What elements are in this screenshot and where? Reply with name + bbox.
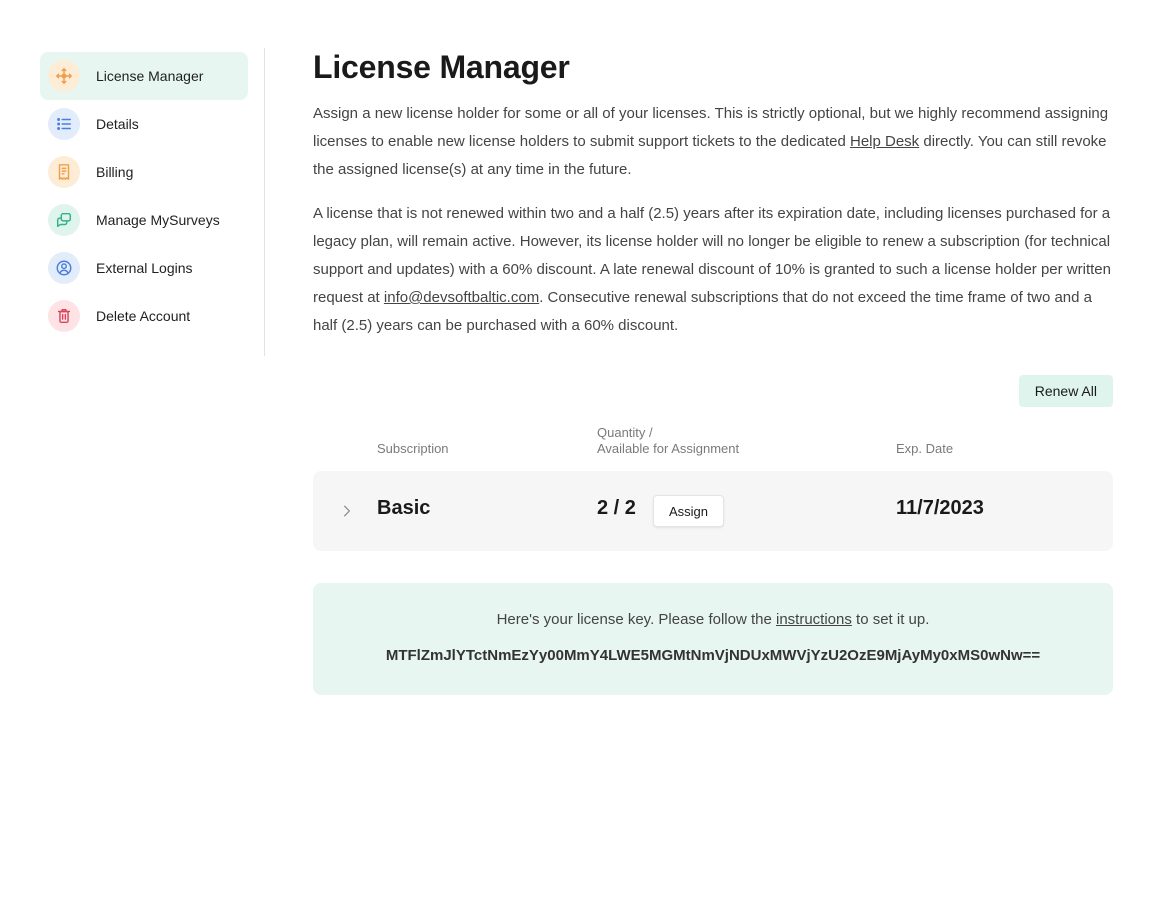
- chevron-right-icon[interactable]: [337, 501, 357, 521]
- license-key-value[interactable]: MTFlZmJlYTctNmEzYy00MmY4LWE5MGMtNmVjNDUx…: [313, 645, 1113, 667]
- renew-all-button[interactable]: Renew All: [1018, 375, 1113, 407]
- column-header-exp-date: Exp. Date: [896, 441, 954, 456]
- subscriptions-table-header: Subscription Quantity / Available for As…: [313, 419, 1113, 463]
- sidebar-nav: License Manager Details Billing Manage M…: [40, 52, 248, 340]
- license-key-box: Here's your license key. Please follow t…: [313, 583, 1113, 695]
- column-header-quantity-line2: Available for Assignment: [597, 441, 740, 456]
- sidebar-item-license-manager[interactable]: License Manager: [40, 52, 248, 100]
- chat-icon: [48, 204, 80, 236]
- list-icon: [48, 108, 80, 140]
- sidebar-item-label: Billing: [96, 164, 134, 180]
- instructions-link[interactable]: instructions: [776, 611, 852, 628]
- column-header-quantity-line1: Quantity /: [597, 425, 653, 440]
- sidebar-item-manage-mysurveys[interactable]: Manage MySurveys: [40, 196, 248, 244]
- quantity-available: 2 / 2: [597, 497, 636, 519]
- subscription-name: Basic: [377, 497, 431, 519]
- sidebar-item-label: External Logins: [96, 260, 193, 276]
- sidebar-item-external-logins[interactable]: External Logins: [40, 244, 248, 292]
- column-header-subscription: Subscription: [377, 441, 449, 456]
- license-key-instructions: Here's your license key. Please follow t…: [313, 609, 1113, 631]
- page-title: License Manager: [313, 49, 570, 85]
- user-circle-icon: [48, 252, 80, 284]
- license-key-text-end: to set it up.: [851, 611, 930, 628]
- column-header-quantity: Quantity / Available for Assignment: [597, 425, 739, 457]
- license-key-text: Here's your license key. Please follow t…: [496, 611, 776, 628]
- sidebar-item-label: Delete Account: [96, 308, 191, 324]
- key-cursor-icon: [48, 60, 80, 92]
- receipt-icon: [48, 156, 80, 188]
- sidebar-item-label: Manage MySurveys: [96, 212, 220, 228]
- main-content: License Manager Assign a new license hol…: [313, 48, 1113, 695]
- sidebar-divider: [264, 48, 265, 356]
- trash-icon: [48, 300, 80, 332]
- sidebar-item-delete-account[interactable]: Delete Account: [40, 292, 248, 340]
- sidebar-item-label: Details: [96, 116, 139, 132]
- sidebar-item-billing[interactable]: Billing: [40, 148, 248, 196]
- renew-row: Renew All: [313, 375, 1113, 407]
- sidebar-item-label: License Manager: [96, 68, 204, 84]
- intro-paragraph: Assign a new license holder for some or …: [313, 100, 1113, 184]
- sidebar-item-details[interactable]: Details: [40, 100, 248, 148]
- table-row: Basic 2 / 2 Assign 11/7/2023: [313, 471, 1113, 551]
- help-desk-link[interactable]: Help Desk: [850, 133, 919, 150]
- renewal-policy-paragraph: A license that is not renewed within two…: [313, 200, 1113, 340]
- assign-button[interactable]: Assign: [653, 495, 725, 527]
- expiration-date: 11/7/2023: [896, 497, 984, 519]
- email-link[interactable]: info@devsoftbaltic.com: [384, 289, 539, 306]
